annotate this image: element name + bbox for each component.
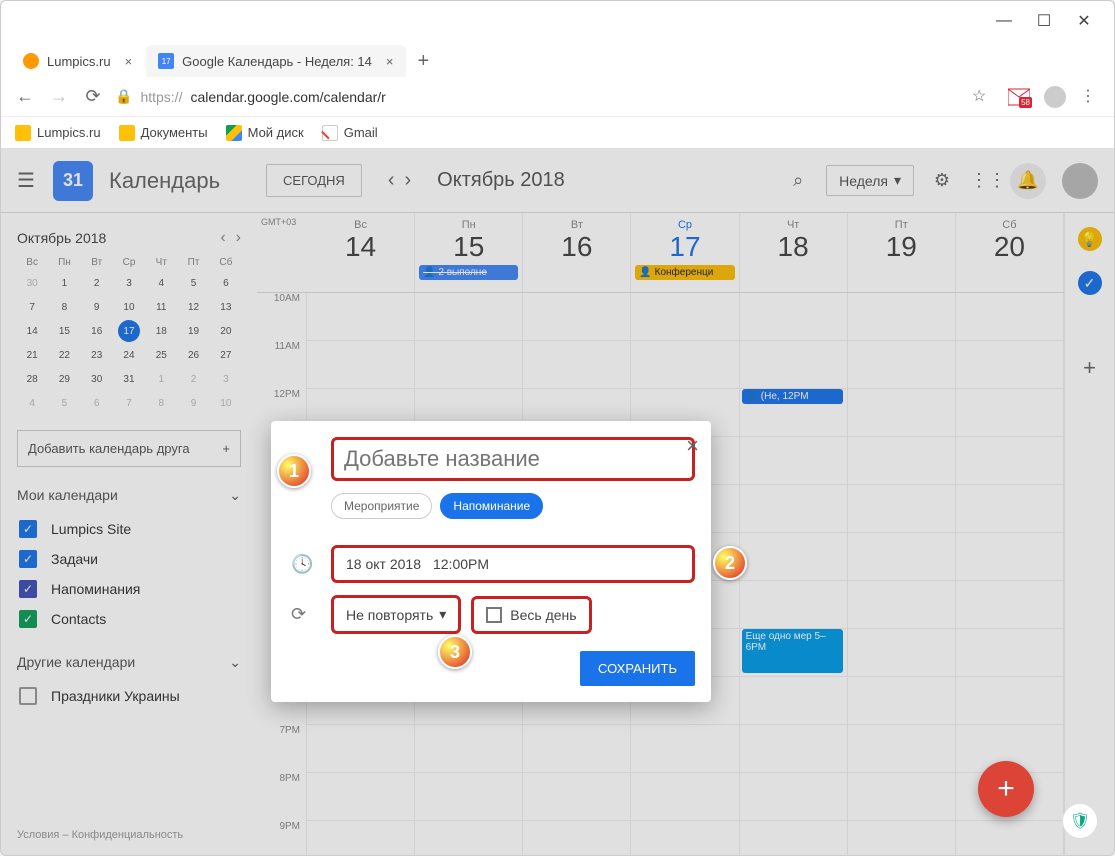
address-bar: ← → ⟳ 🔒 https:// calendar.google.com/cale… [1, 77, 1114, 117]
browser-tab-2[interactable]: 17 Google Календарь - Неделя: 14 × [146, 45, 405, 77]
close-icon[interactable]: × [125, 54, 133, 69]
bookmark-drive[interactable]: Мой диск [226, 125, 304, 141]
close-button[interactable]: × [686, 433, 699, 459]
create-reminder-modal: × Мероприятие Напоминание 🕓 18 окт 2018 … [271, 421, 711, 702]
datetime-field[interactable]: 18 окт 2018 12:00PM [331, 545, 695, 583]
create-fab[interactable]: + [978, 761, 1034, 817]
tab-label: Google Календарь - Неделя: 14 [182, 54, 372, 69]
window-close[interactable]: ✕ [1064, 6, 1104, 36]
url-protocol: https:// [140, 89, 182, 105]
url-text: calendar.google.com/calendar/r [190, 89, 385, 105]
annotation-3: 3 [438, 635, 472, 669]
repeat-dropdown[interactable]: Не повторять▾ [331, 595, 461, 634]
lumpics-favicon [23, 53, 39, 69]
security-shield-icon[interactable]: 🛡 [1062, 803, 1098, 839]
url-field[interactable]: 🔒 https:// calendar.google.com/calendar/r [115, 88, 962, 105]
back-button[interactable]: ← [13, 86, 37, 107]
reload-button[interactable]: ⟳ [81, 86, 105, 107]
lock-icon: 🔒 [115, 88, 132, 105]
window-controls: — ☐ ✕ [1, 1, 1114, 41]
date-value: 18 окт 2018 [346, 556, 421, 572]
forward-button[interactable]: → [47, 86, 71, 107]
bookmark-gmail[interactable]: Gmail [322, 125, 378, 141]
allday-checkbox[interactable]: Весь день [471, 596, 591, 634]
window-maximize[interactable]: ☐ [1024, 6, 1064, 36]
new-tab-button[interactable]: + [408, 46, 440, 77]
annotation-2: 2 [713, 546, 747, 580]
mail-extension-icon[interactable] [1008, 88, 1030, 106]
repeat-icon: ⟳ [291, 604, 306, 625]
tab-event[interactable]: Мероприятие [331, 493, 432, 519]
window-minimize[interactable]: — [984, 6, 1024, 36]
chevron-down-icon: ▾ [439, 606, 446, 623]
time-value: 12:00PM [433, 556, 489, 572]
bookmark-docs[interactable]: Документы [119, 125, 208, 141]
checkbox-icon [486, 607, 502, 623]
save-button[interactable]: СОХРАНИТЬ [580, 651, 695, 686]
bookmark-lumpics[interactable]: Lumpics.ru [15, 125, 101, 141]
gcal-favicon: 17 [158, 53, 174, 69]
browser-tab-1[interactable]: Lumpics.ru × [11, 45, 144, 77]
user-extension-icon[interactable] [1044, 86, 1066, 108]
menu-icon[interactable]: ⋮ [1080, 86, 1102, 108]
annotation-1: 1 [277, 454, 311, 488]
clock-icon: 🕓 [291, 554, 313, 575]
browser-tabstrip: Lumpics.ru × 17 Google Календарь - Недел… [1, 41, 1114, 77]
star-icon[interactable]: ☆ [972, 86, 994, 108]
close-icon[interactable]: × [386, 54, 394, 69]
title-input[interactable] [331, 437, 695, 481]
tab-label: Lumpics.ru [47, 54, 111, 69]
tab-reminder[interactable]: Напоминание [440, 493, 543, 519]
bookmarks-bar: Lumpics.ru Документы Мой диск Gmail [1, 117, 1114, 149]
